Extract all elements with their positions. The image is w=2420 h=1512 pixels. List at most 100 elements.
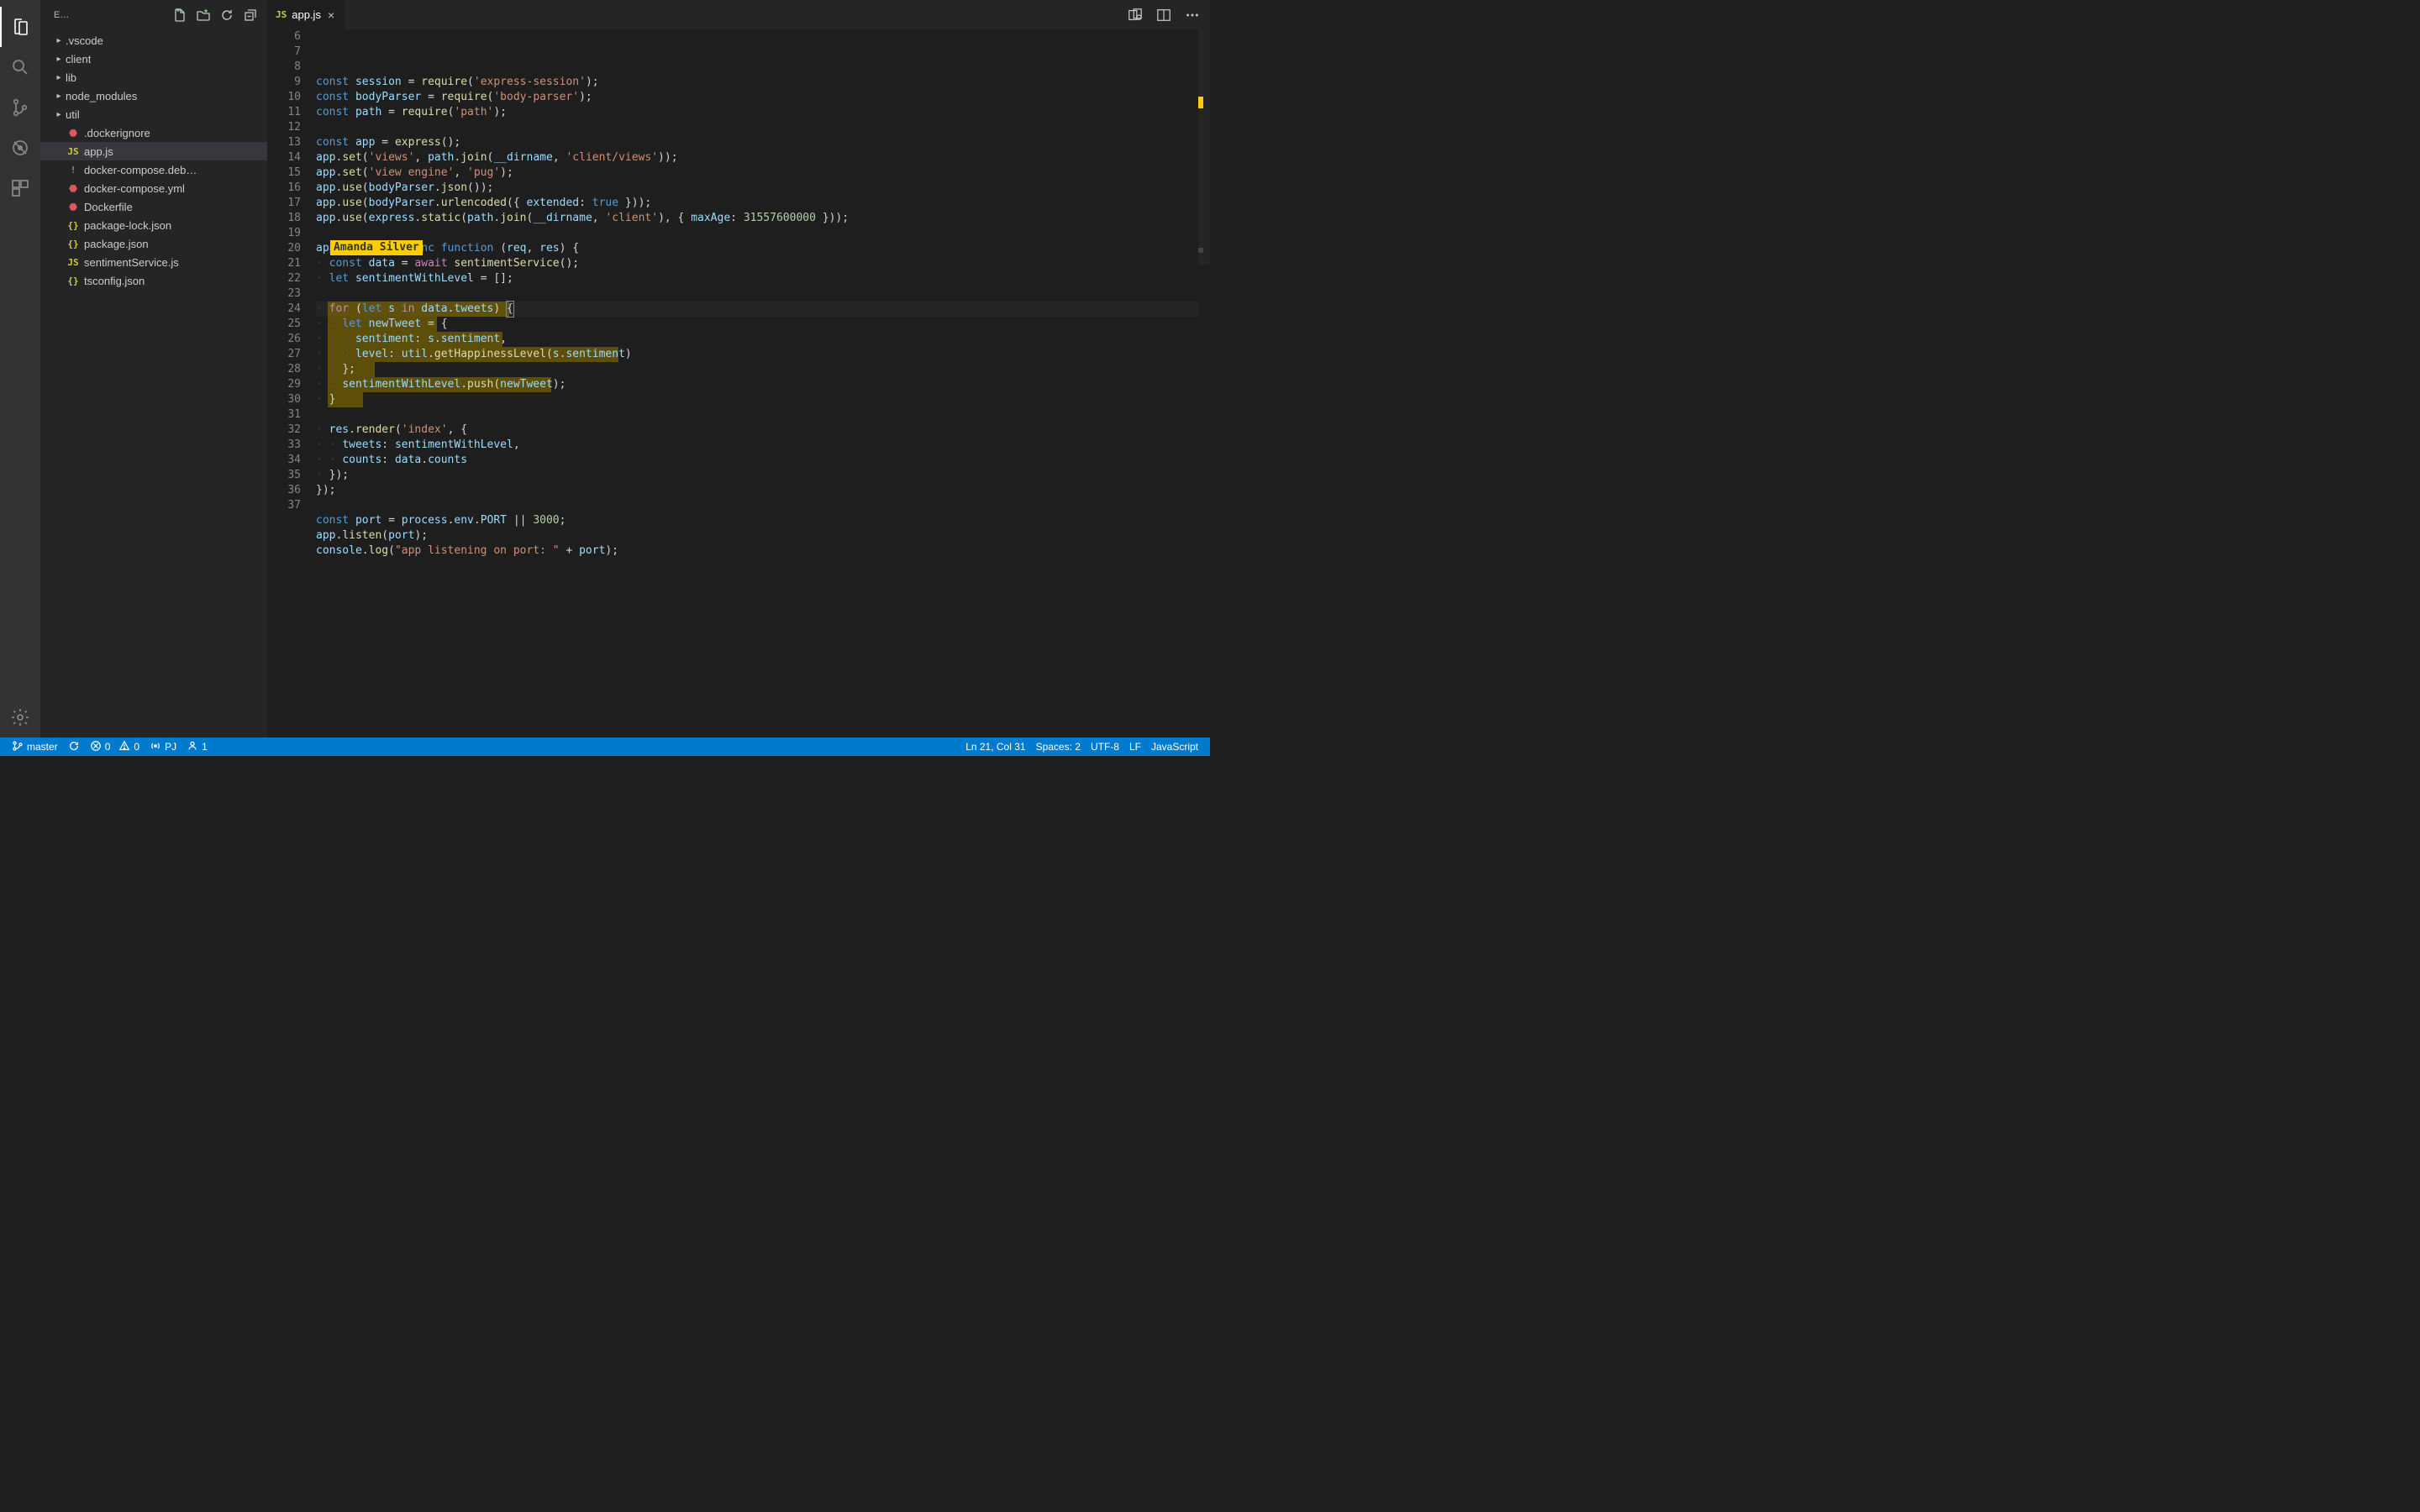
code-line[interactable] — [316, 226, 1198, 241]
status-encoding[interactable]: UTF-8 — [1086, 738, 1124, 756]
source-control-icon[interactable] — [0, 87, 40, 128]
code-line[interactable]: app.listen(port); — [316, 528, 1198, 543]
tree-folder[interactable]: ▸client — [40, 50, 267, 68]
tree-file[interactable]: ⬣.dockerignore — [40, 123, 267, 142]
chevron-right-icon: ▸ — [54, 55, 64, 64]
status-live-share-participants[interactable]: 1 — [182, 738, 213, 756]
collapse-all-icon[interactable] — [244, 8, 257, 22]
code-line[interactable]: · }); — [316, 468, 1198, 483]
code-line[interactable]: app.use(express.static(path.join(__dirna… — [316, 211, 1198, 226]
split-editor-icon[interactable] — [1156, 8, 1171, 23]
code-line[interactable] — [316, 498, 1198, 513]
tree-file[interactable]: {}tsconfig.json — [40, 271, 267, 290]
code-line[interactable]: · } — [316, 392, 1198, 407]
explorer-icon[interactable] — [0, 7, 40, 47]
warning-icon — [118, 740, 130, 754]
json-file-icon: {} — [66, 239, 81, 249]
tree-file[interactable]: ⬣Dockerfile — [40, 197, 267, 216]
code-line[interactable]: · const data = await sentimentService(); — [316, 256, 1198, 271]
code-line[interactable]: const path = require('path'); — [316, 105, 1198, 120]
tree-folder[interactable]: ▸lib — [40, 68, 267, 87]
chevron-right-icon: ▸ — [54, 36, 64, 45]
code-line[interactable] — [316, 120, 1198, 135]
tree-file-appjs[interactable]: JSapp.js — [40, 142, 267, 160]
code-line[interactable]: }); — [316, 483, 1198, 498]
live-share-author-badge: Amanda Silver — [330, 240, 423, 255]
status-eol[interactable]: LF — [1124, 738, 1146, 756]
js-file-icon: JS — [276, 9, 287, 20]
code-line[interactable]: app.get('/', async function (req, res) { — [316, 241, 1198, 256]
json-file-icon: {} — [66, 220, 81, 231]
more-actions-icon[interactable] — [1185, 8, 1200, 23]
tree-file[interactable]: !docker-compose.deb… — [40, 160, 267, 179]
tabs-bar: JS app.js × — [267, 0, 1210, 29]
code-line[interactable] — [316, 407, 1198, 423]
code-line[interactable]: const port = process.env.PORT || 3000; — [316, 513, 1198, 528]
tree-folder[interactable]: ▸util — [40, 105, 267, 123]
tree-file[interactable]: {}package.json — [40, 234, 267, 253]
code-line[interactable]: · · sentimentWithLevel.push(newTweet); — [316, 377, 1198, 392]
code-line[interactable]: · · counts: data.counts — [316, 453, 1198, 468]
tree-folder[interactable]: ▸node_modules — [40, 87, 267, 105]
status-liveshare-host: PJ — [165, 741, 176, 753]
status-branch-label: master — [27, 741, 58, 753]
status-live-share[interactable]: PJ — [145, 738, 182, 756]
close-tab-icon[interactable]: × — [326, 8, 336, 22]
docker-file-icon: ⬣ — [66, 128, 81, 139]
debug-icon[interactable] — [0, 128, 40, 168]
tree-file[interactable]: JSsentimentService.js — [40, 253, 267, 271]
code-line[interactable]: · · let newTweet = { — [316, 317, 1198, 332]
editor-tab-appjs[interactable]: JS app.js × — [267, 0, 345, 29]
tree-file[interactable]: ⬣docker-compose.yml — [40, 179, 267, 197]
code-line[interactable]: · for (let s in data.tweets) { — [316, 302, 1198, 317]
refresh-icon[interactable] — [220, 8, 234, 22]
docker-file-icon: ⬣ — [66, 183, 81, 194]
tree-folder[interactable]: ▸.vscode — [40, 31, 267, 50]
status-problems[interactable]: 0 0 — [85, 738, 145, 756]
docker-file-icon: ⬣ — [66, 202, 81, 213]
code-line[interactable]: const session = require('express-session… — [316, 75, 1198, 90]
code-line[interactable]: const app = express(); — [316, 135, 1198, 150]
status-warnings-count: 0 — [134, 741, 139, 753]
minimap[interactable] — [1198, 29, 1210, 738]
js-file-icon: JS — [66, 146, 81, 157]
chevron-right-icon: ▸ — [54, 110, 64, 119]
code-line[interactable]: · let sentimentWithLevel = []; — [316, 271, 1198, 286]
code-line[interactable]: app.set('views', path.join(__dirname, 'c… — [316, 150, 1198, 165]
status-indentation[interactable]: Spaces: 2 — [1031, 738, 1086, 756]
settings-gear-icon[interactable] — [0, 697, 40, 738]
code-line[interactable]: · res.render('index', { — [316, 423, 1198, 438]
js-file-icon: JS — [66, 257, 81, 268]
tree-file[interactable]: {}package-lock.json — [40, 216, 267, 234]
code-line[interactable]: · · · level: util.getHappinessLevel(s.se… — [316, 347, 1198, 362]
git-branch-icon — [12, 740, 24, 754]
tab-label: app.js — [292, 8, 321, 21]
status-language-mode[interactable]: JavaScript — [1146, 738, 1203, 756]
status-sync[interactable] — [63, 738, 85, 756]
code-line[interactable]: app.use(bodyParser.json()); — [316, 181, 1198, 196]
code-line[interactable]: const bodyParser = require('body-parser'… — [316, 90, 1198, 105]
code-line[interactable]: console.log("app listening on port: " + … — [316, 543, 1198, 559]
search-icon[interactable] — [0, 47, 40, 87]
new-folder-icon[interactable] — [197, 8, 210, 22]
chevron-right-icon: ▸ — [54, 92, 64, 101]
new-file-icon[interactable] — [173, 8, 187, 22]
compare-changes-icon[interactable] — [1128, 8, 1143, 23]
explorer-header: E… — [40, 0, 267, 29]
minimap-thumb[interactable] — [1198, 29, 1210, 265]
status-git-branch[interactable]: master — [7, 738, 63, 756]
editor-view[interactable]: 6789101112131415161718192021222324252627… — [267, 29, 1210, 738]
extensions-icon[interactable] — [0, 168, 40, 208]
status-bar: master 0 0 PJ 1 Ln 21, Col 31 Spaces: 2 … — [0, 738, 1210, 756]
code-line[interactable]: · · tweets: sentimentWithLevel, — [316, 438, 1198, 453]
sync-icon — [68, 740, 80, 754]
code-line[interactable]: · · · sentiment: s.sentiment, — [316, 332, 1198, 347]
status-cursor-position[interactable]: Ln 21, Col 31 — [960, 738, 1030, 756]
code-line[interactable]: app.use(bodyParser.urlencoded({ extended… — [316, 196, 1198, 211]
code-line[interactable]: app.set('view engine', 'pug'); — [316, 165, 1198, 181]
code-line[interactable]: · · }; — [316, 362, 1198, 377]
code-line[interactable] — [316, 286, 1198, 302]
code-content[interactable]: Amanda Silver const session = require('e… — [316, 29, 1198, 738]
chevron-right-icon: ▸ — [54, 73, 64, 82]
explorer-sidebar: E… ▸.vscode ▸client ▸lib ▸node_modules ▸… — [40, 0, 267, 738]
